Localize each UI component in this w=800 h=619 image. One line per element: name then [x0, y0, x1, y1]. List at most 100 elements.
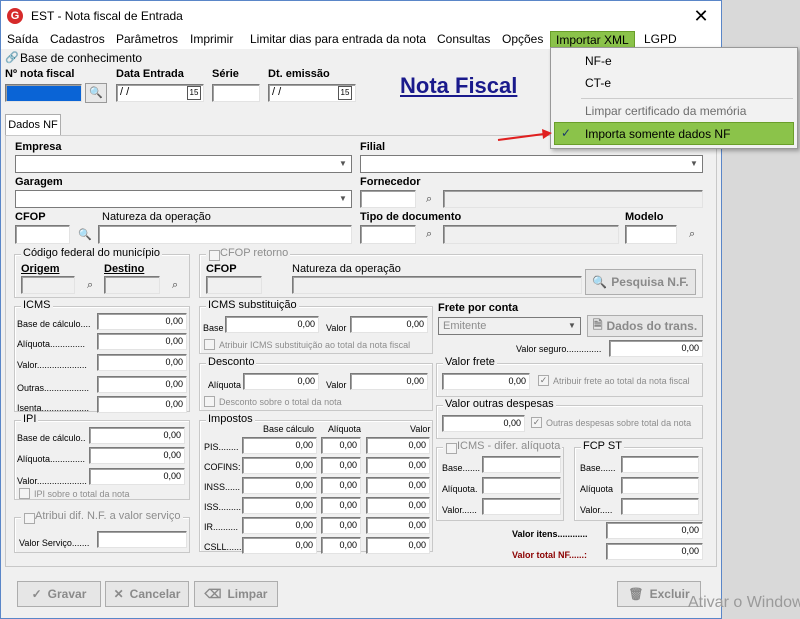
- menu-item-importa-somente[interactable]: Importa somente dados NF: [585, 127, 730, 141]
- serie-input[interactable]: [212, 84, 260, 102]
- knowledge-base-link[interactable]: Base de conhecimento: [20, 51, 142, 65]
- cfop-retorno-checkbox[interactable]: [209, 250, 220, 261]
- desconto-valor-input[interactable]: 0,00: [350, 373, 428, 390]
- desconto-checkbox[interactable]: [204, 396, 215, 407]
- pesquisa-nf-button[interactable]: 🔍 Pesquisa N.F.: [585, 269, 696, 295]
- icms-base-input[interactable]: 0,00: [97, 313, 187, 330]
- imposto-base-input[interactable]: 0,00: [242, 517, 317, 534]
- gravar-button[interactable]: ✓ Gravar: [17, 581, 101, 607]
- fcp-aliq-input[interactable]: [621, 477, 699, 494]
- icms-outras-input[interactable]: 0,00: [97, 376, 187, 393]
- desconto-caption: Desconto: [206, 356, 257, 368]
- valor-frete-input[interactable]: 0,00: [442, 373, 530, 390]
- filial-select[interactable]: ▼: [360, 155, 703, 173]
- icms-st-checkbox[interactable]: [204, 339, 215, 350]
- fcp-base-input[interactable]: [621, 456, 699, 473]
- cfop-input[interactable]: [15, 225, 70, 244]
- icms-st-base-input[interactable]: 0,00: [225, 316, 319, 333]
- close-icon: ✕: [113, 587, 124, 601]
- col-valor-label: Valor: [410, 424, 431, 434]
- page-title: Nota Fiscal: [400, 73, 518, 98]
- ipi-valor-input[interactable]: 0,00: [89, 468, 185, 485]
- imposto-label: COFINS:: [204, 462, 241, 472]
- icms-aliq-input[interactable]: 0,00: [97, 333, 187, 350]
- frete-select[interactable]: Emitente ▼: [438, 317, 581, 335]
- seguro-input[interactable]: 0,00: [609, 340, 703, 357]
- origem-input: [21, 276, 75, 294]
- icms-difer-checkbox[interactable]: [446, 443, 457, 454]
- calendar-icon[interactable]: 15: [338, 86, 352, 100]
- origem-label: Origem: [21, 263, 60, 275]
- imposto-base-input[interactable]: 0,00: [242, 477, 317, 494]
- valor-servico-checkbox[interactable]: [24, 513, 35, 524]
- empresa-label: Empresa: [15, 141, 62, 153]
- imposto-base-input[interactable]: 0,00: [242, 497, 317, 514]
- menu-consultas[interactable]: Consultas: [437, 32, 490, 46]
- menu-item-limpar-certificado[interactable]: Limpar certificado da memória: [585, 104, 746, 118]
- imposto-valor-input[interactable]: 0,00: [366, 457, 430, 474]
- menu-lgpd[interactable]: LGPD: [644, 32, 677, 46]
- difer-base-input[interactable]: [482, 456, 561, 473]
- tipo-doc-input[interactable]: [360, 225, 416, 244]
- imposto-base-input[interactable]: 0,00: [242, 437, 317, 454]
- search-nf-icon[interactable]: 🔍: [85, 83, 107, 103]
- cancelar-button[interactable]: ✕ Cancelar: [105, 581, 189, 607]
- imposto-label: ISS.........: [204, 502, 242, 512]
- difer-valor-input[interactable]: [482, 498, 561, 515]
- binoculars-icon[interactable]: ⌕: [426, 193, 432, 206]
- outras-desp-input[interactable]: 0,00: [442, 415, 525, 432]
- imposto-aliq-input[interactable]: 0,00: [321, 437, 361, 454]
- imposto-valor-input[interactable]: 0,00: [366, 437, 430, 454]
- difer-aliq-input[interactable]: [482, 477, 561, 494]
- imposto-aliq-input[interactable]: 0,00: [321, 477, 361, 494]
- link-icon: 🔗: [5, 52, 19, 64]
- menu-saida[interactable]: Saída: [7, 32, 38, 46]
- frete-checkbox[interactable]: ✓: [538, 375, 549, 386]
- fornecedor-code-input[interactable]: [360, 190, 416, 208]
- valor-servico-input[interactable]: [97, 531, 187, 548]
- garagem-select[interactable]: ▼: [15, 190, 352, 208]
- icms-isenta-input[interactable]: 0,00: [97, 396, 187, 413]
- imposto-aliq-input[interactable]: 0,00: [321, 517, 361, 534]
- modelo-input[interactable]: [625, 225, 677, 244]
- empresa-select[interactable]: ▼: [15, 155, 352, 173]
- imposto-valor-input[interactable]: 0,00: [366, 517, 430, 534]
- imposto-base-input[interactable]: 0,00: [242, 457, 317, 474]
- binoculars-icon[interactable]: ⌕: [426, 228, 432, 241]
- calendar-icon[interactable]: 15: [187, 86, 201, 100]
- imposto-valor-input[interactable]: 0,00: [366, 497, 430, 514]
- menu-item-cte[interactable]: CT-e: [585, 76, 611, 90]
- menu-imprimir[interactable]: Imprimir: [190, 32, 233, 46]
- valor-frete-caption: Valor frete: [443, 356, 497, 368]
- close-icon[interactable]: ✕: [681, 1, 721, 31]
- imposto-valor-input[interactable]: 0,00: [366, 477, 430, 494]
- menu-parametros[interactable]: Parâmetros: [116, 32, 178, 46]
- natureza-input[interactable]: [98, 225, 352, 244]
- menu-limitar-dias[interactable]: Limitar dias para entrada da nota: [250, 32, 426, 46]
- binoculars-icon[interactable]: ⌕: [172, 279, 178, 292]
- ipi-checkbox[interactable]: [19, 488, 30, 499]
- icms-valor-input[interactable]: 0,00: [97, 354, 187, 371]
- imposto-aliq-input[interactable]: 0,00: [321, 497, 361, 514]
- icms-st-valor-input[interactable]: 0,00: [350, 316, 428, 333]
- limpar-button[interactable]: ⌫ Limpar: [194, 581, 278, 607]
- ipi-aliq-input[interactable]: 0,00: [89, 447, 185, 464]
- menu-item-nfe[interactable]: NF-e: [585, 54, 612, 68]
- fcp-valor-input[interactable]: [621, 498, 699, 515]
- garagem-label: Garagem: [15, 176, 63, 188]
- menu-opcoes[interactable]: Opções: [502, 32, 543, 46]
- search-cfop-icon[interactable]: 🔍: [78, 228, 92, 241]
- imposto-aliq-input[interactable]: 0,00: [321, 457, 361, 474]
- desconto-aliq-input[interactable]: 0,00: [243, 373, 319, 390]
- outras-desp-checkbox[interactable]: ✓: [531, 417, 542, 428]
- tab-dados-nf[interactable]: Dados NF: [5, 114, 61, 136]
- imposto-base-input[interactable]: 0,00: [242, 537, 317, 554]
- dados-trans-button[interactable]: 🗎 Dados do trans.: [587, 315, 703, 337]
- nf-number-input[interactable]: [5, 84, 82, 102]
- binoculars-icon[interactable]: ⌕: [87, 279, 93, 292]
- menu-cadastros[interactable]: Cadastros: [50, 32, 105, 46]
- imposto-aliq-input[interactable]: 0,00: [321, 537, 361, 554]
- imposto-valor-input[interactable]: 0,00: [366, 537, 430, 554]
- binoculars-icon[interactable]: ⌕: [689, 228, 695, 241]
- ipi-base-input[interactable]: 0,00: [89, 427, 185, 444]
